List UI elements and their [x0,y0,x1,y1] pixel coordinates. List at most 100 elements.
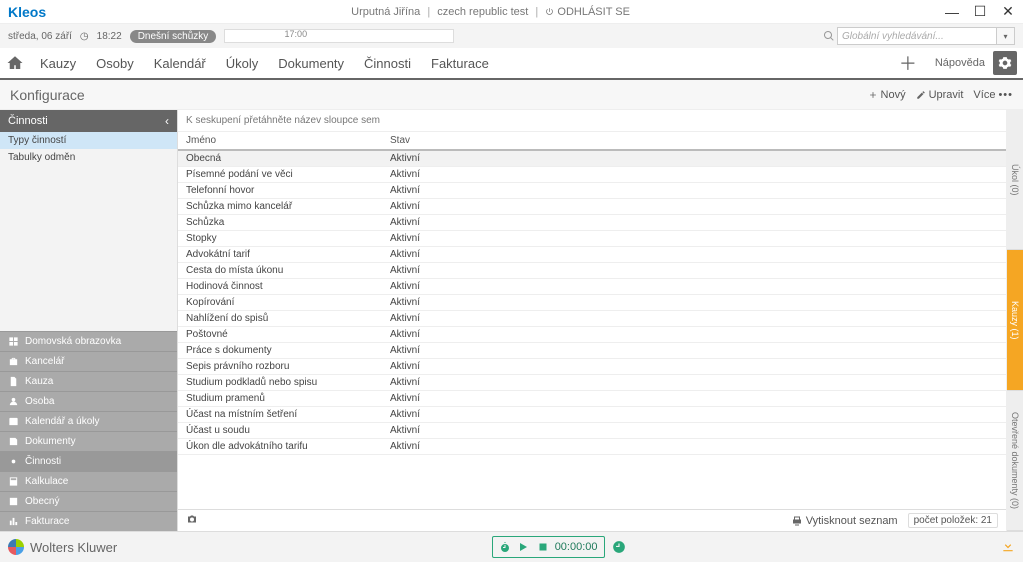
print-list-button[interactable]: Vytisknout seznam [791,515,898,527]
group-by-bar[interactable]: K seskupení přetáhněte název sloupce sem [178,110,1006,132]
table-row[interactable]: Písemné podání ve věciAktivní [178,167,1006,183]
table-header-row: Jméno Stav [178,132,1006,151]
cell-jmeno: Kopírování [178,295,382,310]
table-row[interactable]: Telefonní hovorAktivní [178,183,1006,199]
square-icon [8,496,19,507]
briefcase-icon [8,356,19,367]
chevron-left-icon: ‹ [165,114,169,128]
cell-jmeno: Telefonní hovor [178,183,382,198]
titlebar-center: Urputná Jiřína | czech republic test | O… [46,6,935,18]
cell-jmeno: Účast u soudu [178,423,382,438]
page-title: Konfigurace [10,87,858,103]
window-maximize-button[interactable]: ☐ [969,4,991,20]
gear-icon [998,56,1012,70]
chart-icon [8,516,19,527]
table-row[interactable]: Sepis právního rozboruAktivní [178,359,1006,375]
cell-stav: Aktivní [382,215,1006,230]
table-row[interactable]: StopkyAktivní [178,231,1006,247]
cell-stav: Aktivní [382,407,1006,422]
timer-stop-button[interactable] [535,539,551,555]
nav-fakturace[interactable]: Fakturace [421,48,499,78]
cell-stav: Aktivní [382,231,1006,246]
cell-jmeno: Stopky [178,231,382,246]
col-header-stav[interactable]: Stav [382,132,1006,149]
sidebar-nav-kancelar[interactable]: Kancelář [0,351,177,371]
table-row[interactable]: Studium pramenůAktivní [178,391,1006,407]
clock-icon: ◷ [80,31,89,42]
home-icon[interactable] [6,54,24,72]
sidebar-nav-kalkulace[interactable]: Kalkulace [0,471,177,491]
table-row[interactable]: Práce s dokumentyAktivní [178,343,1006,359]
table-row[interactable]: Studium podkladů nebo spisuAktivní [178,375,1006,391]
cell-stav: Aktivní [382,423,1006,438]
power-icon [545,7,554,16]
nav-ukoly[interactable]: Úkoly [216,48,269,78]
sidebar-nav-obecny[interactable]: Obecný [0,491,177,511]
cell-jmeno: Cesta do místa úkonu [178,263,382,278]
today-meetings-badge[interactable]: Dnešní schůzky [130,30,217,43]
nav-cinnosti[interactable]: Činnosti [354,48,421,78]
time-label: 18:22 [97,31,122,42]
nav-kalendar[interactable]: Kalendář [144,48,216,78]
action-novy[interactable]: Nový [868,89,906,101]
cell-jmeno: Hodinová činnost [178,279,382,294]
table-row[interactable]: SchůzkaAktivní [178,215,1006,231]
table-row[interactable]: Účast u souduAktivní [178,423,1006,439]
sidebar-nav-cinnosti[interactable]: Činnosti [0,451,177,471]
window-close-button[interactable]: ✕ [997,4,1019,20]
table-row[interactable]: Cesta do místa úkonuAktivní [178,263,1006,279]
window-minimize-button[interactable]: — [941,4,963,20]
global-search-dropdown[interactable]: ▾ [997,27,1015,45]
sidebar-nav-domov[interactable]: Domovská obrazovka [0,331,177,351]
sidebar-nav-dokumenty[interactable]: Dokumenty [0,431,177,451]
wk-logo-icon [8,539,24,555]
table-row[interactable]: Nahlížení do spisůAktivní [178,311,1006,327]
table-row[interactable]: Účast na místním šetřeníAktivní [178,407,1006,423]
timer-clock-button[interactable] [611,539,627,555]
edit-icon [916,90,926,100]
table-row[interactable]: Advokátní tarifAktivní [178,247,1006,263]
download-icon[interactable] [1001,539,1015,556]
cell-jmeno: Účast na místním šetření [178,407,382,422]
strip-kauzy[interactable]: Kauzy (1) [1007,250,1023,390]
timer-display[interactable]: 00:00:00 [492,536,605,558]
strip-ukol[interactable]: Úkol (0) [1007,110,1023,250]
sidebar-item-typy-cinnosti[interactable]: Typy činností [0,132,177,149]
titlebar-user: Urputná Jiřína [351,6,420,18]
table-row[interactable]: Hodinová činnostAktivní [178,279,1006,295]
nav-kauzy[interactable]: Kauzy [30,48,86,78]
cell-jmeno: Práce s dokumenty [178,343,382,358]
action-upravit[interactable]: Upravit [916,89,964,101]
table-row[interactable]: Schůzka mimo kancelářAktivní [178,199,1006,215]
cell-stav: Aktivní [382,391,1006,406]
nav-dokumenty[interactable]: Dokumenty [268,48,354,78]
plus-icon [868,90,878,100]
sidebar-nav-osoba[interactable]: Osoba [0,391,177,411]
table-row[interactable]: PoštovnéAktivní [178,327,1006,343]
camera-icon[interactable] [186,517,198,528]
strip-dokumenty[interactable]: Otevřené dokumenty (0) [1007,391,1023,531]
cell-jmeno: Obecná [178,151,382,166]
sidebar-item-tabulky-odmen[interactable]: Tabulky odměn [0,149,177,166]
sidebar-nav-kalendar[interactable]: Kalendář a úkoly [0,411,177,431]
sidebar-nav-fakturace[interactable]: Fakturace [0,511,177,531]
timer-play-button[interactable] [515,539,531,555]
logout-link[interactable]: ODHLÁSIT SE [545,6,630,18]
cell-stav: Aktivní [382,263,1006,278]
table-row[interactable]: KopírováníAktivní [178,295,1006,311]
nav-help-link[interactable]: Nápověda [935,57,985,69]
nav-osoby[interactable]: Osoby [86,48,144,78]
day-timeline[interactable]: 17:00 [224,29,454,43]
table-row[interactable]: ObecnáAktivní [178,151,1006,167]
cell-stav: Aktivní [382,247,1006,262]
sidebar-nav-list: Domovská obrazovka Kancelář Kauza Osoba … [0,331,177,531]
col-header-jmeno[interactable]: Jméno [178,132,382,149]
action-vice[interactable]: Více ••• [973,89,1013,101]
table-row[interactable]: Úkon dle advokátního tarifuAktivní [178,439,1006,455]
app-brand: Kleos [8,4,46,20]
nav-add-button[interactable]: ＋ [897,52,919,74]
nav-settings-button[interactable] [993,51,1017,75]
sidebar-nav-kauza[interactable]: Kauza [0,371,177,391]
sidebar-header[interactable]: Činnosti ‹ [0,110,177,132]
global-search-input[interactable] [837,27,997,45]
